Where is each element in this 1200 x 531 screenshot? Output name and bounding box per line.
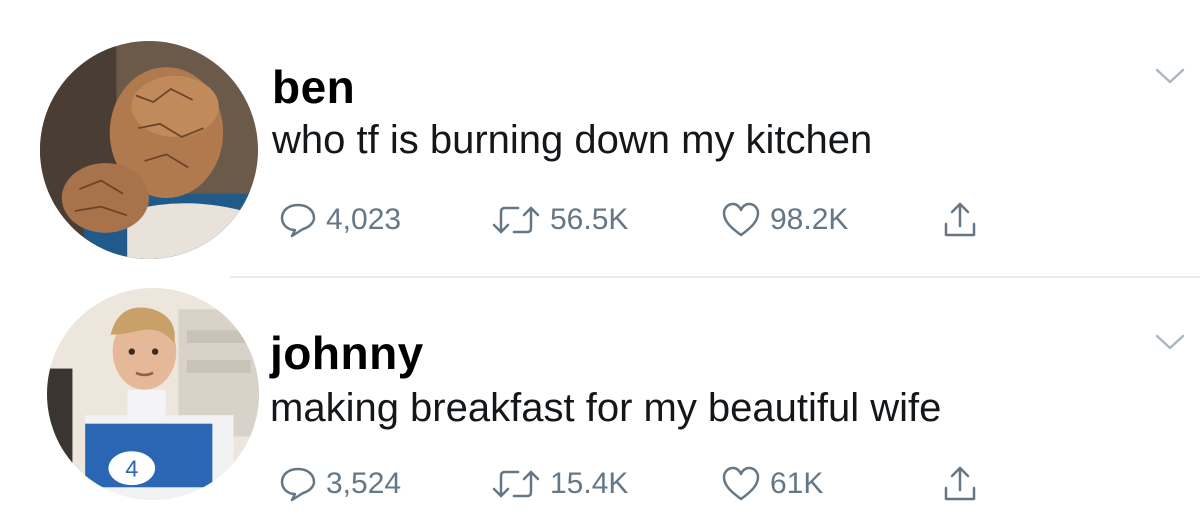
- heart-outline-icon: [722, 202, 760, 237]
- like-button[interactable]: 98.2K: [720, 200, 848, 240]
- reply-button[interactable]: 4,023: [278, 200, 401, 240]
- reply-button[interactable]: 3,524: [278, 464, 401, 504]
- username[interactable]: ben: [272, 60, 355, 114]
- reply-count: 4,023: [326, 203, 402, 236]
- like-button[interactable]: 61K: [720, 464, 823, 504]
- retweet-count: 56.5K: [550, 203, 629, 236]
- retweet-button[interactable]: 56.5K: [490, 200, 628, 240]
- chevron-down-icon[interactable]: [1154, 66, 1186, 86]
- retweet-arrows-icon: [492, 470, 540, 498]
- avatar[interactable]: [40, 41, 258, 259]
- retweet-button[interactable]: 15.4K: [490, 464, 628, 504]
- share-button[interactable]: [940, 200, 980, 240]
- retweet-count: 15.4K: [550, 467, 629, 500]
- speech-bubble-icon: [280, 203, 316, 238]
- reply-count: 3,524: [326, 467, 402, 500]
- tweet[interactable]: 4 johnny making breakfast for my beautif…: [0, 278, 1200, 531]
- username[interactable]: johnny: [270, 326, 424, 380]
- share-button[interactable]: [940, 464, 980, 504]
- tweet-text: making breakfast for my beautiful wife: [270, 386, 942, 430]
- share-upload-icon: [944, 202, 976, 237]
- share-upload-icon: [944, 466, 976, 501]
- retweet-arrows-icon: [492, 206, 540, 234]
- speech-bubble-icon: [280, 467, 316, 502]
- tweet[interactable]: ben who tf is burning down my kitchen 4,…: [0, 0, 1200, 278]
- like-count: 98.2K: [770, 203, 849, 236]
- tweet-text: who tf is burning down my kitchen: [272, 118, 873, 162]
- avatar[interactable]: 4: [47, 288, 259, 500]
- svg-text:4: 4: [125, 456, 138, 482]
- like-count: 61K: [770, 467, 824, 500]
- heart-outline-icon: [722, 466, 760, 501]
- chevron-down-icon[interactable]: [1154, 332, 1186, 352]
